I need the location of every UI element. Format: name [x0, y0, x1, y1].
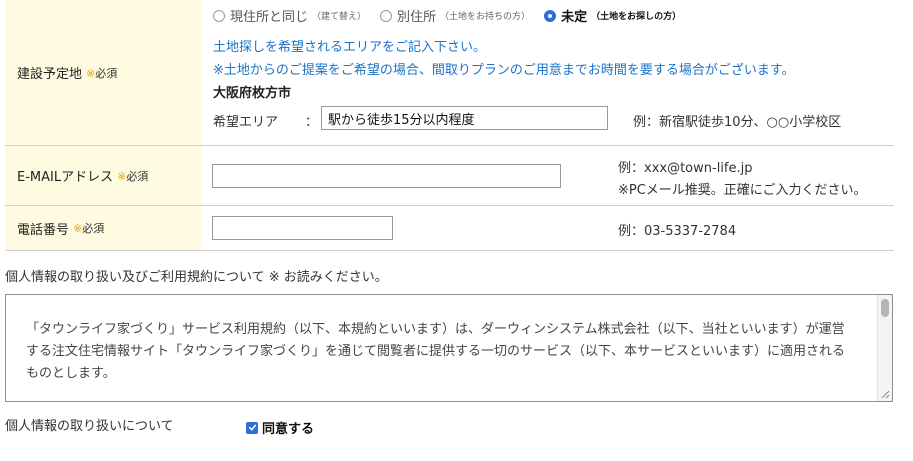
phone-content: 例：03-5337-2784 — [201, 206, 894, 250]
terms-textarea[interactable]: 「タウンライフ家づくり」サービス利用規約（以下、本規約といいます）は、ダーウィン… — [5, 294, 893, 402]
area-colon: ： — [305, 115, 319, 130]
location-content: 現住所と同じ （建て替え） 別住所 （土地をお持ちの方） 未定 （土地をお探しの… — [201, 0, 894, 145]
email-row: E-MAILアドレス ※必須 例：xxx@town-life.jp ※PCメール… — [5, 146, 894, 206]
scrollbar-thumb[interactable] — [881, 299, 889, 317]
location-info-line1: 土地探しを希望されるエリアをご記入下さい。 — [213, 40, 487, 55]
radio-other-address[interactable]: 別住所 （土地をお持ちの方） — [380, 6, 530, 25]
privacy-heading: 個人情報の取り扱い及びご利用規約について ※ お読みください。 — [5, 270, 388, 285]
phone-row: 電話番号 ※必須 例：03-5337-2784 — [5, 206, 894, 251]
checkbox-checked-icon — [246, 421, 258, 434]
terms-text: 「タウンライフ家づくり」サービス利用規約（以下、本規約といいます）は、ダーウィン… — [26, 322, 846, 381]
email-input[interactable] — [212, 164, 561, 188]
agree-label: 個人情報の取り扱いについて — [5, 419, 174, 434]
agree-checkbox[interactable]: 同意する — [246, 418, 314, 437]
phone-label: 電話番号 ※必須 — [5, 206, 201, 250]
email-label: E-MAILアドレス ※必須 — [5, 146, 201, 205]
phone-input[interactable] — [212, 216, 393, 240]
required-badge: ※必須 — [86, 66, 118, 80]
location-radio-group: 現住所と同じ （建て替え） 別住所 （土地をお持ちの方） 未定 （土地をお探しの… — [213, 6, 695, 25]
location-label: 建設予定地 ※必須 — [5, 0, 201, 145]
location-row: 建設予定地 ※必須 現住所と同じ （建て替え） 別住所 （土地をお持ちの方） 未… — [5, 0, 894, 146]
email-label-text: E-MAILアドレス — [17, 170, 114, 185]
phone-example: 例：03-5337-2784 — [618, 224, 737, 239]
city-text: 大阪府枚方市 — [213, 86, 292, 101]
radio-selected-icon — [544, 9, 557, 22]
area-label: 希望エリア — [213, 115, 279, 130]
required-badge: ※必須 — [73, 222, 105, 235]
agree-text: 同意する — [262, 422, 315, 437]
radio-undecided[interactable]: 未定 （土地をお探しの方） — [544, 6, 681, 25]
area-example: 例：新宿駅徒歩10分、○○小学校区 — [633, 115, 842, 130]
radio-circle-icon — [380, 9, 393, 22]
resize-handle-icon[interactable] — [880, 389, 890, 399]
desired-area-input[interactable] — [321, 106, 608, 130]
email-content: 例：xxx@town-life.jp ※PCメール推奨。正確にご入力ください。 — [201, 146, 894, 205]
terms-scrollbar[interactable] — [877, 295, 892, 401]
phone-label-text: 電話番号 — [17, 222, 70, 238]
radio-same-address[interactable]: 現住所と同じ （建て替え） — [213, 6, 366, 25]
required-badge: ※必須 — [117, 169, 149, 183]
radio-circle-icon — [213, 9, 225, 22]
location-info-line2: ※土地からのご提案をご希望の場合、間取りプランのご用意までお時間を要する場合がご… — [213, 63, 795, 78]
location-label-text: 建設予定地 — [17, 67, 83, 82]
email-example: 例：xxx@town-life.jp — [618, 161, 753, 176]
email-note: ※PCメール推奨。正確にご入力ください。 — [618, 183, 867, 198]
